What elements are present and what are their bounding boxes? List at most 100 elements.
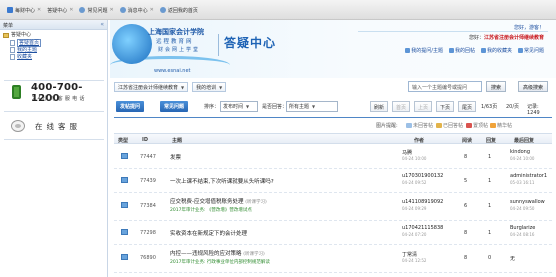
topic-title: 内控——违规风险的应对策略 bbox=[170, 251, 242, 257]
topic-link[interactable]: 应交税费-应交增值税账务处理 (听课学习) bbox=[170, 197, 267, 205]
back-icon bbox=[159, 7, 166, 13]
legend-label: 未回答帖 bbox=[413, 123, 434, 129]
tab-qa-center[interactable]: 答疑中心 ✕ bbox=[44, 7, 76, 14]
tab-home[interactable]: 每财中心 ✕ bbox=[4, 7, 44, 14]
logo-icon bbox=[112, 24, 152, 64]
sidebar-item-label[interactable]: 收藏夹 bbox=[17, 54, 32, 61]
topic-id: 77447 bbox=[140, 154, 156, 160]
search-input[interactable]: 输入一个主题编号或提问 bbox=[408, 81, 482, 92]
toolbar: 发帖提问 常见问题 排序： 发布时间 ▼ 是否回答： 所有主题 ▼ 刷新 首页 上页… bbox=[114, 100, 552, 116]
sort-select[interactable]: 发布时间 ▼ bbox=[220, 101, 258, 112]
collapse-icon[interactable]: « bbox=[100, 21, 104, 28]
table-row[interactable]: 77384 应交税费-应交增值税账务处理 (听课学习) 2017年审计业务: 《… bbox=[114, 193, 552, 221]
sidebar-item-home[interactable]: 答疑首页 bbox=[3, 38, 104, 47]
topic-link[interactable]: 发票 bbox=[170, 153, 181, 161]
logo-org-line1: 上海国家会计学院 bbox=[148, 28, 204, 36]
main-content: 上海国家会计学院 远程教育网 财会网上学堂 www.esnai.net 答疑中心… bbox=[110, 20, 556, 277]
legend-title: 图片提醒: bbox=[376, 123, 398, 129]
reply-icon bbox=[448, 48, 454, 53]
breadcrumb-label: 我的培训 bbox=[196, 84, 217, 91]
document-icon bbox=[10, 39, 15, 46]
last-replier[interactable]: administrator1 bbox=[510, 173, 547, 179]
breadcrumb-training[interactable]: 我的培训 ▼ bbox=[192, 82, 227, 92]
breadcrumb-label: 江苏省注册会计师继续教育 bbox=[118, 84, 179, 91]
table-row[interactable]: 76890 内控——违规风险的应对策略 (听课学习) 2017年审计业务: 行政… bbox=[114, 245, 552, 273]
close-icon[interactable]: ✕ bbox=[69, 7, 73, 13]
answered-select[interactable]: 所有主题 ▼ bbox=[286, 101, 338, 112]
author-date: 04-24 07:20 bbox=[402, 232, 427, 237]
last-replier[interactable]: Burglarize bbox=[510, 225, 535, 231]
last-replier[interactable]: sunnyswallow bbox=[510, 199, 545, 205]
legend-unanswered: 未回答帖 bbox=[406, 122, 433, 129]
advanced-search-button[interactable]: 高级搜索 bbox=[517, 81, 548, 92]
user-links: 我的提问/主题 我的回帖 我的收藏夹 常见问题 bbox=[405, 47, 544, 54]
close-icon[interactable]: ✕ bbox=[37, 7, 41, 13]
topic-tag: (听课学习) bbox=[245, 200, 267, 205]
folder-icon bbox=[3, 32, 9, 38]
prev-page-button[interactable]: 上页 bbox=[414, 101, 433, 112]
topic-link[interactable]: 一次上课不结束,下次听课就要从头听课吗? bbox=[170, 177, 274, 185]
tab-label: 答疑中心 bbox=[47, 7, 68, 14]
link-my-favorites[interactable]: 我的收藏夹 bbox=[480, 47, 512, 54]
topic-id: 77439 bbox=[140, 178, 156, 184]
author[interactable]: u170421115838 bbox=[402, 225, 443, 231]
link-my-questions[interactable]: 我的提问/主题 bbox=[405, 47, 443, 54]
unanswered-icon bbox=[121, 254, 128, 260]
table-row[interactable]: 77447 发票 马腾 04-24 10:00 8 1 kindong 04-2… bbox=[114, 145, 552, 169]
tab-faq[interactable]: 常见问题 ✕ bbox=[76, 7, 116, 14]
topic-link[interactable]: 实收资本在新规定下的会计处理 bbox=[170, 229, 247, 237]
author[interactable]: 马腾 bbox=[402, 149, 412, 156]
author-date: 04-24 09:29 bbox=[402, 206, 427, 211]
logo-url: www.esnai.net bbox=[154, 68, 191, 74]
star-icon bbox=[490, 123, 496, 128]
views: 8 bbox=[464, 230, 468, 236]
ask-question-button[interactable]: 发帖提问 bbox=[116, 101, 145, 112]
tab-label: 返回我的首页 bbox=[167, 7, 198, 14]
table-row[interactable]: 77298 实收资本在新规定下的会计处理 u170421115838 04-24… bbox=[114, 221, 552, 245]
faq-button[interactable]: 常见问题 bbox=[160, 101, 189, 112]
document-icon bbox=[10, 47, 15, 54]
divider bbox=[114, 117, 552, 118]
last-page-button[interactable]: 尾页 bbox=[458, 101, 477, 112]
help-icon bbox=[517, 48, 523, 53]
author[interactable]: u141108919092 bbox=[402, 199, 443, 205]
divider bbox=[218, 34, 219, 56]
last-reply-date: 04-24 10:00 bbox=[510, 156, 535, 161]
page-icon bbox=[119, 7, 126, 13]
sidebar-tree: 答疑中心 答疑首页 我的主题 收藏夹 bbox=[0, 30, 107, 62]
first-page-button[interactable]: 首页 bbox=[392, 101, 411, 112]
last-replier[interactable]: kindong bbox=[510, 149, 530, 155]
last-reply-date: 05-03 16:11 bbox=[510, 180, 535, 185]
breadcrumb-course[interactable]: 江苏省注册会计师继续教育 ▼ bbox=[114, 82, 189, 92]
topic-course[interactable]: 2017年审计业务: 《营改增》营改增试点 bbox=[170, 207, 252, 213]
document-icon bbox=[10, 53, 15, 60]
unanswered-icon bbox=[121, 202, 128, 208]
chevron-down-icon: ▼ bbox=[246, 104, 250, 109]
tab-messages[interactable]: 消息中心 ✕ bbox=[117, 7, 157, 14]
chat-icon bbox=[11, 120, 25, 132]
sidebar-item-label[interactable]: 答疑首页 bbox=[17, 38, 42, 47]
next-page-button[interactable]: 下页 bbox=[436, 101, 455, 112]
col-type: 类型 bbox=[118, 138, 129, 144]
online-service[interactable]: 在线客服 bbox=[4, 114, 104, 140]
close-icon[interactable]: ✕ bbox=[150, 7, 154, 13]
search-button[interactable]: 搜索 bbox=[485, 81, 506, 92]
tab-label: 消息中心 bbox=[127, 7, 148, 14]
close-icon[interactable]: ✕ bbox=[109, 7, 113, 13]
views: 6 bbox=[464, 203, 468, 209]
legend-label: 置顶帖 bbox=[473, 123, 489, 129]
author[interactable]: 丁常清 bbox=[402, 251, 417, 258]
topic-course[interactable]: 2017年审计业务: 行政事业单位内部控制规范解读 bbox=[170, 259, 270, 265]
table-row[interactable]: 77439 一次上课不结束,下次听课就要从头听课吗? u170301900132… bbox=[114, 169, 552, 193]
link-my-replies[interactable]: 我的回帖 bbox=[448, 47, 475, 54]
answered-icon bbox=[436, 123, 442, 128]
sort-label: 排序： bbox=[204, 104, 220, 110]
sidebar-item-favorites[interactable]: 收藏夹 bbox=[3, 54, 104, 61]
author[interactable]: u170301900132 bbox=[402, 173, 443, 179]
refresh-button[interactable]: 刷新 bbox=[370, 101, 389, 112]
topic-id: 77384 bbox=[140, 203, 156, 209]
link-faq[interactable]: 常见问题 bbox=[517, 47, 544, 54]
topic-link[interactable]: 内控——违规风险的应对策略 (听课学习) bbox=[170, 249, 265, 257]
tab-return-home[interactable]: 返回我的首页 bbox=[157, 7, 201, 14]
col-last-reply: 最后回复 bbox=[514, 138, 535, 144]
